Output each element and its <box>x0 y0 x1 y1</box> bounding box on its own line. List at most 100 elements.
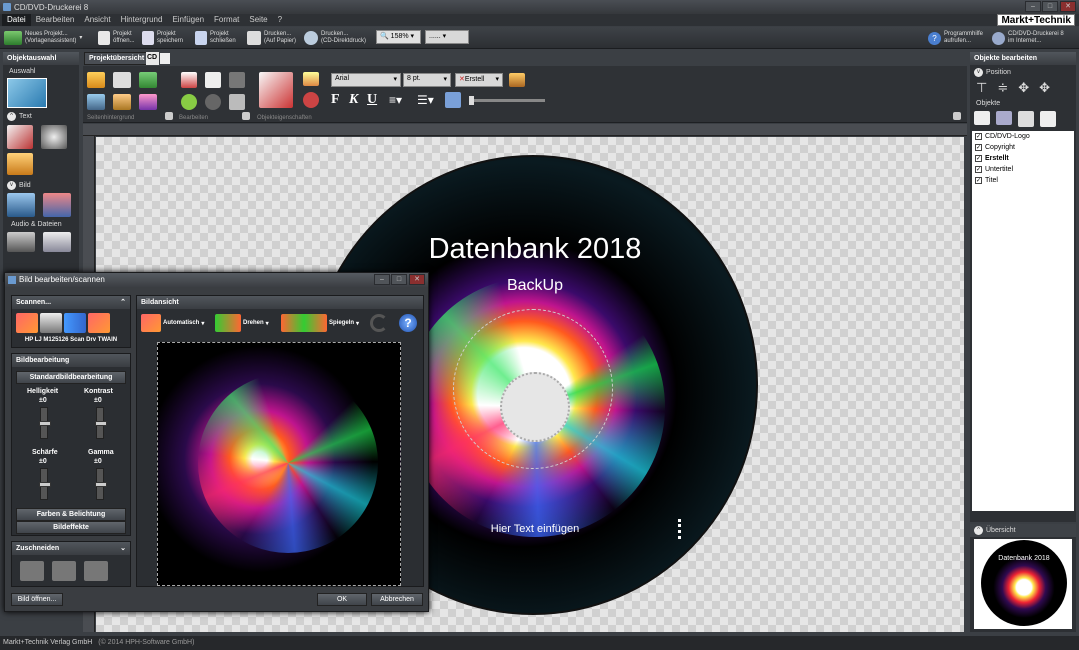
bring-front-icon[interactable] <box>1018 111 1034 127</box>
italic-icon[interactable]: K <box>349 92 358 108</box>
text-tool-icon[interactable] <box>7 125 33 149</box>
align-top-icon[interactable]: ⊤ <box>976 80 987 96</box>
background-texture-icon[interactable] <box>113 94 131 110</box>
standard-edit-button[interactable]: Standardbildbearbeitung <box>16 371 126 384</box>
internet-button[interactable]: CD/DVD-Druckerei 8 im Internet... <box>992 29 1064 47</box>
checkbox[interactable]: ✓ <box>975 133 982 140</box>
send-back-icon[interactable] <box>1040 111 1056 127</box>
close-project-button[interactable]: Projekt schließen <box>195 29 236 47</box>
menu-bearbeiten[interactable]: Bearbeiten <box>31 14 80 26</box>
mirror-button[interactable]: Spiegeln ▾ <box>281 314 359 332</box>
tab-cd[interactable]: CD <box>146 52 159 65</box>
files-icon[interactable] <box>43 232 71 252</box>
paste-icon[interactable] <box>229 72 245 88</box>
menu-hintergrund[interactable]: Hintergrund <box>116 14 168 26</box>
redo-icon[interactable] <box>205 94 221 110</box>
menu-seite[interactable]: Seite <box>244 14 272 26</box>
list-item[interactable]: ✓ Untertitel <box>972 164 1074 175</box>
effects-icon[interactable] <box>509 73 525 87</box>
menu-ansicht[interactable]: Ansicht <box>79 14 115 26</box>
transparency-slider[interactable] <box>469 96 545 105</box>
layer-order-icon[interactable] <box>996 111 1012 125</box>
list-item[interactable]: ✓ Erstellt <box>972 153 1074 164</box>
layer-select[interactable]: ✕Erstell ▾ <box>455 73 503 87</box>
line-spacing-icon[interactable]: ☰▾ <box>417 93 434 107</box>
background-effects-icon[interactable] <box>139 94 157 110</box>
image-insert-icon[interactable] <box>7 193 35 217</box>
dialog-close-button[interactable]: ✕ <box>409 274 425 285</box>
help-icon[interactable]: ? <box>399 314 417 332</box>
resize-handle[interactable] <box>678 519 682 539</box>
list-item[interactable]: ✓ CD/DVD-Logo <box>972 131 1074 142</box>
image-section[interactable]: v Bild <box>7 181 75 190</box>
scan-header[interactable]: Scannen... ⌃ <box>12 296 130 309</box>
move-icon[interactable]: ✥ <box>1039 80 1050 96</box>
align-center-icon[interactable]: ✥ <box>1018 80 1029 96</box>
menu-einfuegen[interactable]: Einfügen <box>167 14 209 26</box>
help-button[interactable]: ? Programmhilfe aufrufen... <box>928 29 983 47</box>
save-project-button[interactable]: Projekt speichern <box>142 29 183 47</box>
crop-free-icon[interactable] <box>52 561 76 581</box>
zoom-secondary-select[interactable]: ...... ▾ <box>425 30 469 44</box>
cd-text-placeholder[interactable]: Hier Text einfügen <box>480 523 590 535</box>
dialog-minimize-button[interactable]: – <box>374 274 390 285</box>
check-all-icon[interactable] <box>974 111 990 125</box>
crop-scissors-icon[interactable] <box>84 561 108 581</box>
checkbox[interactable]: ✓ <box>975 144 982 151</box>
font-size-select[interactable]: 8 pt. ▾ <box>403 73 451 87</box>
print-cd-button[interactable]: Drucken... (CD-Direktdruck) <box>304 29 366 47</box>
new-project-button[interactable]: Neues Projekt... (Vorlagenassistent) ▾ <box>4 29 82 47</box>
background-image-icon[interactable] <box>113 72 131 88</box>
checkbox[interactable]: ✓ <box>975 177 982 184</box>
ok-button[interactable]: OK <box>317 593 367 606</box>
menu-datei[interactable]: Datei <box>2 14 31 26</box>
open-project-button[interactable]: Projekt öffnen... <box>98 29 135 47</box>
copy-icon[interactable] <box>205 72 221 88</box>
crop-header[interactable]: Zuschneiden ⌄ <box>12 542 130 555</box>
position-section[interactable]: v Position <box>974 68 1072 77</box>
scanner-name[interactable]: HP LJ M125126 Scan Drv TWAIN <box>12 337 130 343</box>
underline-icon[interactable]: U <box>367 92 377 108</box>
minimize-button[interactable]: – <box>1025 1 1041 12</box>
undo-icon[interactable] <box>370 314 388 332</box>
background-fill-icon[interactable] <box>87 94 105 110</box>
bold-icon[interactable]: F <box>331 92 340 108</box>
clipart-icon[interactable] <box>7 153 33 175</box>
menu-help[interactable]: ? <box>273 14 287 26</box>
brightness-slider[interactable] <box>39 407 51 439</box>
list-item[interactable]: ✓ Titel <box>972 175 1074 186</box>
scanner-icons[interactable] <box>16 313 126 333</box>
fill-color-icon[interactable] <box>303 72 319 86</box>
audio-icon[interactable] <box>7 232 35 252</box>
contrast-slider[interactable] <box>95 407 107 439</box>
print-paper-button[interactable]: Drucken... (Auf Papier) <box>247 29 296 47</box>
delete-icon[interactable] <box>181 72 197 88</box>
auto-button[interactable]: Automatisch ▾ <box>141 314 204 332</box>
image-scan-icon[interactable] <box>43 193 71 217</box>
properties-icon[interactable] <box>229 94 245 110</box>
text-color-icon[interactable] <box>303 92 319 108</box>
menu-format[interactable]: Format <box>209 14 244 26</box>
maximize-button[interactable]: □ <box>1042 1 1058 12</box>
select-tool-icon[interactable] <box>7 78 47 108</box>
dialog-launcher-icon[interactable] <box>953 112 961 120</box>
dialog-maximize-button[interactable]: □ <box>391 274 407 285</box>
checkbox[interactable]: ✓ <box>975 155 982 162</box>
gamma-slider[interactable] <box>95 468 107 500</box>
object-properties-icon[interactable] <box>259 72 293 108</box>
tab-project-overview[interactable]: Projektübersicht <box>84 52 150 65</box>
rotate-button[interactable]: Drehen ▾ <box>215 314 269 332</box>
colors-exposure-button[interactable]: Farben & Belichtung <box>16 508 126 521</box>
checkbox[interactable]: ✓ <box>975 166 982 173</box>
open-image-button[interactable]: Bild öffnen... <box>11 593 63 606</box>
undo-icon[interactable] <box>181 94 197 110</box>
crop-icon[interactable] <box>20 561 44 581</box>
image-preview[interactable] <box>157 342 401 586</box>
text-section[interactable]: ^ Text <box>7 112 75 121</box>
zoom-select[interactable]: 🔍 158% ▾ <box>376 30 421 44</box>
image-effects-button[interactable]: Bildeffekte <box>16 521 126 534</box>
distribute-icon[interactable] <box>445 92 461 108</box>
curved-text-icon[interactable] <box>41 125 67 149</box>
align-middle-icon[interactable]: ≑ <box>997 80 1008 96</box>
cancel-button[interactable]: Abbrechen <box>371 593 423 606</box>
